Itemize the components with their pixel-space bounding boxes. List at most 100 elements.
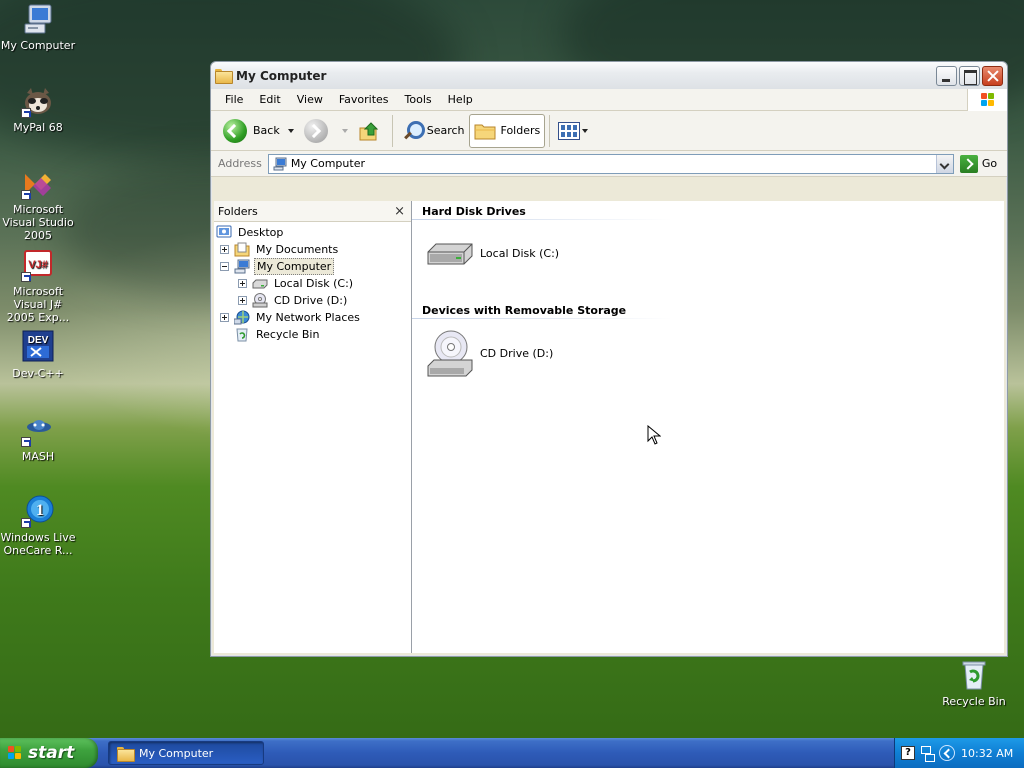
menu-edit[interactable]: Edit [251, 93, 288, 106]
mouse-cursor-icon [647, 424, 662, 446]
windows-flag-icon [8, 746, 22, 760]
folders-pane: Folders × Desktop My Documents My Comput… [214, 201, 412, 653]
desktop-icon-label: Windows Live OneCare R... [0, 531, 76, 557]
tree-node-desktop[interactable]: Desktop [214, 224, 411, 241]
show-hidden-icons-icon[interactable] [939, 745, 955, 761]
shortcut-arrow-icon [21, 190, 31, 200]
desktop-icon-recycle-bin[interactable]: Recycle Bin [934, 658, 1014, 708]
recycle-bin-icon [234, 327, 250, 342]
forward-dropdown-icon[interactable] [341, 128, 348, 133]
desktop-icon-label: MASH [21, 450, 55, 463]
search-button[interactable]: Search [397, 114, 469, 148]
folders-pane-title: Folders [218, 204, 258, 218]
expand-icon[interactable] [238, 279, 247, 288]
mash-icon [21, 413, 55, 447]
title-bar[interactable]: My Computer [211, 62, 1007, 89]
network-places-icon [233, 310, 250, 325]
desktop-icon-visual-studio[interactable]: Microsoft Visual Studio 2005 [0, 166, 78, 242]
menu-file[interactable]: File [217, 93, 251, 106]
onecare-icon: 1 [21, 494, 55, 528]
hard-disk-icon [426, 238, 474, 268]
cd-drive-icon [252, 293, 268, 308]
folder-up-icon [358, 120, 380, 142]
collapse-icon[interactable] [220, 262, 229, 271]
window-title: My Computer [236, 68, 327, 83]
item-cd-drive-d[interactable]: CD Drive (D:) [426, 328, 553, 378]
back-dropdown-icon[interactable] [287, 128, 294, 133]
clock[interactable]: 10:32 AM [961, 747, 1013, 760]
desktop-icon-label: My Computer [0, 39, 76, 52]
item-local-disk-c[interactable]: Local Disk (C:) [426, 238, 559, 268]
start-button[interactable]: start [0, 738, 98, 768]
folders-button[interactable]: Folders [468, 113, 546, 148]
desktop-icon-dev-cpp[interactable]: DEV Dev-C++ [0, 330, 78, 380]
dev-cpp-icon: DEV [21, 330, 55, 364]
address-input[interactable]: My Computer [267, 153, 954, 174]
folder-icon [117, 746, 135, 762]
address-dropdown-icon[interactable] [935, 154, 953, 173]
tree-node-local-disk[interactable]: Local Disk (C:) [214, 275, 411, 292]
tree-node-my-computer[interactable]: My Computer [214, 258, 411, 275]
menu-favorites[interactable]: Favorites [331, 93, 397, 106]
network-icon[interactable] [921, 746, 935, 762]
desktop-icon-label: Microsoft Visual J# 2005 Exp... [6, 285, 70, 324]
tree-node-cd-drive[interactable]: CD Drive (D:) [214, 292, 411, 309]
folders-pane-close-icon[interactable]: × [394, 204, 405, 219]
desktop-icon-my-computer[interactable]: My Computer [0, 2, 78, 52]
menu-help[interactable]: Help [440, 93, 481, 106]
svg-text:1: 1 [36, 502, 44, 519]
menu-view[interactable]: View [289, 93, 331, 106]
shortcut-arrow-icon [21, 272, 31, 282]
taskbar-item-my-computer[interactable]: My Computer [108, 741, 264, 765]
minimize-button[interactable] [936, 66, 957, 86]
expand-icon[interactable] [220, 313, 229, 322]
desktop-icon-onecare[interactable]: 1 Windows Live OneCare R... [0, 494, 78, 557]
item-label: CD Drive (D:) [480, 346, 554, 360]
item-label: Local Disk (C:) [480, 246, 560, 260]
back-button[interactable]: Back [219, 114, 284, 148]
menu-tools[interactable]: Tools [397, 93, 440, 106]
tree-node-label: Desktop [238, 226, 284, 239]
maximize-button[interactable] [959, 66, 980, 86]
my-computer-icon [273, 157, 287, 171]
folders-pane-header: Folders × [214, 201, 411, 222]
forward-button[interactable] [300, 114, 338, 148]
go-button[interactable]: Go [959, 154, 997, 173]
hard-disk-icon [252, 276, 268, 291]
views-button[interactable] [554, 114, 598, 148]
folders-label: Folders [500, 124, 541, 137]
tree-node-label: Local Disk (C:) [274, 277, 354, 290]
jsharp-badge-text: VJ# [28, 259, 48, 271]
expand-icon[interactable] [220, 245, 229, 254]
help-icon[interactable]: ? [901, 746, 915, 760]
group-divider [412, 318, 672, 319]
expand-icon[interactable] [238, 296, 247, 305]
start-label: start [28, 743, 75, 763]
folders-icon [474, 122, 496, 140]
toolbar: Back Search Folders [211, 111, 1007, 151]
search-icon [401, 120, 425, 142]
address-bar: Address My Computer Go [211, 151, 1007, 177]
views-icon [558, 121, 581, 140]
visual-jsharp-icon: VJ# [21, 248, 55, 282]
up-button[interactable] [354, 114, 388, 148]
desktop-icon-mypal[interactable]: MyPal 68 [0, 84, 78, 134]
menu-bar: File Edit View Favorites Tools Help [211, 89, 1007, 111]
forward-arrow-icon [303, 118, 328, 143]
group-heading-hard-disks: Hard Disk Drives [422, 205, 526, 218]
my-computer-window[interactable]: My Computer File Edit View Favorites Too… [210, 61, 1008, 657]
back-label: Back [253, 124, 280, 137]
desktop-icon-mash[interactable]: MASH [0, 413, 78, 463]
tree-node-my-documents[interactable]: My Documents [214, 241, 411, 258]
tree-node-network-places[interactable]: My Network Places [214, 309, 411, 326]
folder-icon [215, 69, 233, 84]
shortcut-arrow-icon [21, 518, 31, 528]
desktop-icon-label: Microsoft Visual Studio 2005 [2, 203, 74, 242]
go-arrow-icon [959, 154, 978, 173]
desktop-icon-visual-jsharp[interactable]: VJ# Microsoft Visual J# 2005 Exp... [0, 248, 78, 324]
toolbar-separator [391, 114, 393, 147]
tree-node-recycle-bin[interactable]: Recycle Bin [214, 326, 411, 343]
close-button[interactable] [982, 66, 1003, 86]
tree-node-label-selected: My Computer [254, 258, 335, 275]
desktop-icon-label: MyPal 68 [13, 121, 63, 134]
